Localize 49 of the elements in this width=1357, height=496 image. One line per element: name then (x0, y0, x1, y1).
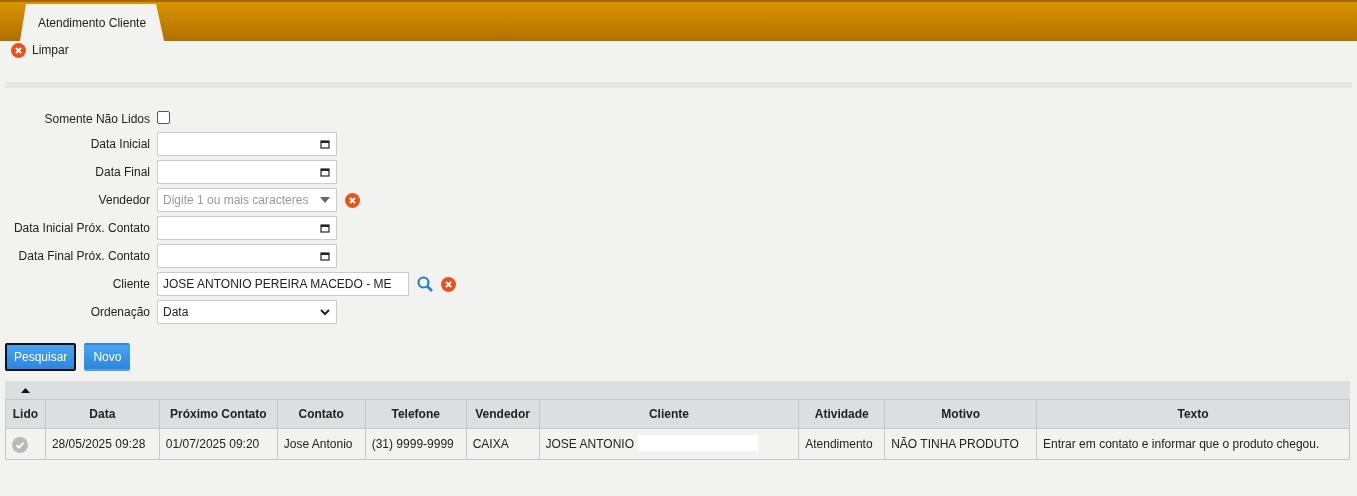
search-icon[interactable] (417, 276, 433, 292)
table-cell: Entrar em contato e informar que o produto chegou. (1036, 428, 1350, 460)
checkbox[interactable] (157, 111, 170, 124)
table-cell: Jose Antonio (277, 428, 366, 460)
clear-icon[interactable] (11, 42, 26, 58)
clear-icon[interactable] (345, 192, 360, 208)
table-cell: CAIXA (466, 428, 539, 460)
clear-icon[interactable] (441, 276, 456, 292)
date-field[interactable] (157, 216, 337, 240)
table-cell: 28/05/2025 09:28 (45, 428, 160, 460)
column-header[interactable]: Vendedor (466, 399, 539, 429)
sort-up-icon[interactable] (21, 387, 30, 393)
field-label: Data Final Próx. Contato (17, 248, 150, 265)
date-field[interactable] (157, 132, 337, 156)
calendar-icon[interactable] (320, 223, 330, 233)
date-field[interactable] (157, 244, 337, 268)
table-cell: Atendimento (798, 428, 885, 460)
caret-icon[interactable] (320, 197, 330, 203)
date-field[interactable] (157, 160, 337, 184)
table-cell: JOSE ANTONIO (545, 437, 634, 451)
calendar-icon[interactable] (320, 251, 330, 261)
column-header[interactable]: Lido (5, 399, 46, 429)
column-header[interactable]: Atividade (798, 399, 885, 429)
column-header[interactable]: Data (45, 399, 160, 429)
placeholder-text: Digite 1 ou mais caracteres (163, 192, 309, 209)
text-field[interactable]: JOSE ANTONIO PEREIRA MACEDO - ME (157, 272, 409, 296)
column-header[interactable]: Contato (277, 399, 366, 429)
table-cell: NÃO TINHA PRODUTO (884, 428, 1037, 460)
select-value: Data (163, 304, 189, 321)
tab[interactable]: Atendimento Cliente (20, 4, 165, 41)
select-field[interactable]: Data (157, 300, 337, 324)
field-label: Cliente (111, 276, 150, 293)
calendar-icon[interactable] (320, 167, 330, 177)
table-cell: 01/07/2025 09:20 (159, 428, 278, 460)
field-label: Data Inicial (89, 136, 150, 153)
field-label: Vendedor (97, 192, 150, 209)
column-header[interactable]: Motivo (884, 399, 1037, 429)
column-header[interactable]: Próximo Contato (159, 399, 278, 429)
column-header[interactable]: Cliente (539, 399, 799, 429)
field-label: Data Final (94, 164, 150, 181)
clear-link[interactable]: Limpar (32, 41, 69, 59)
table-cell: (31) 9999-9999 (365, 428, 467, 460)
field-label: Ordenação (89, 304, 150, 321)
field-label: Data Inicial Próx. Contato (12, 220, 150, 237)
field-label: Somente Não Lidos (43, 111, 150, 128)
column-header[interactable]: Telefone (365, 399, 467, 429)
calendar-icon[interactable] (320, 139, 330, 149)
chevron-icon[interactable] (320, 308, 330, 316)
column-header[interactable]: Texto (1036, 399, 1350, 429)
